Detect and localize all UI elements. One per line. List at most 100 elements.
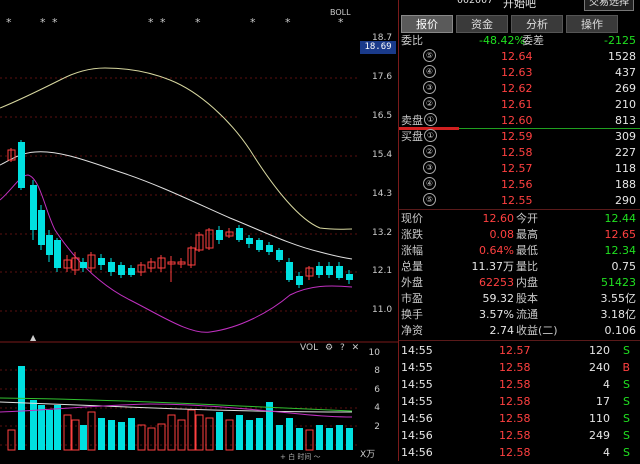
volume-bar — [54, 405, 61, 450]
tab-operations[interactable]: 操作 — [566, 15, 618, 33]
ask-price: 12.60 — [501, 114, 533, 127]
tab-bar: 报价 资金 分析 操作 — [399, 15, 640, 33]
ask-level: ① — [424, 113, 437, 126]
candlestick — [256, 238, 263, 252]
kline-chart-area[interactable]: 18.7 17.6 16.5 15.4 14.3 13.2 12.1 11.0 18.69 B… — [0, 0, 398, 461]
event-star-marker[interactable]: * — [250, 16, 256, 29]
ask-volume: 813 — [615, 114, 636, 127]
tick-time: 14:55 — [401, 361, 433, 374]
ask-price: 12.63 — [501, 66, 533, 79]
buy-label: 买盘 — [401, 130, 423, 143]
bid-price: 12.57 — [501, 162, 533, 175]
event-star-marker[interactable]: * — [40, 16, 46, 29]
stat-label: 换手 — [401, 308, 423, 321]
volume-bar — [187, 409, 196, 451]
tick-volume: 110 — [589, 412, 610, 425]
vol-axis-tick: 10 — [368, 348, 380, 358]
event-star-marker[interactable]: * — [195, 16, 201, 29]
ask-volume: 269 — [615, 82, 636, 95]
tick-price: 12.58 — [499, 429, 531, 442]
candlestick — [137, 262, 146, 276]
price-axis-tick: 15.4 — [372, 150, 393, 160]
event-star-marker[interactable]: * — [160, 16, 166, 29]
volume-bar — [147, 427, 156, 451]
volume-bar — [266, 402, 273, 450]
bid-level: ⑤ — [423, 193, 436, 206]
event-star-marker[interactable]: * — [52, 16, 58, 29]
stat-label: 现价 — [401, 212, 423, 225]
stats-row: 换手 3.57% 流通 3.18亿 — [399, 307, 640, 323]
candlestick — [80, 258, 87, 272]
vol-axis-tick: 2 — [374, 422, 380, 432]
stat-label: 总量 — [401, 260, 423, 273]
gear-icon[interactable]: ⚙ — [325, 343, 333, 353]
ask-level: ③ — [423, 81, 436, 94]
tab-quote[interactable]: 报价 — [401, 15, 453, 33]
candlestick — [236, 225, 243, 242]
tick-side: S — [623, 344, 630, 357]
tick-row: 14:56 12.58 4 S — [399, 444, 640, 461]
bid-row: ③ 12.57 118 — [399, 161, 640, 177]
price-axis-tick: 16.5 — [372, 111, 393, 121]
ticks-divider — [399, 340, 640, 341]
bid-volume: 188 — [615, 178, 636, 191]
stat-value: 3.57% — [479, 308, 514, 321]
event-star-marker[interactable]: * — [148, 16, 154, 29]
volume-bar — [128, 418, 135, 450]
volume-bar — [80, 425, 87, 450]
stats-row: 外盘 62253 内盘 51423 — [399, 275, 640, 291]
bid-level: ④ — [423, 177, 436, 190]
tab-funds[interactable]: 资金 — [456, 15, 508, 33]
tick-row: 14:55 12.58 4 S — [399, 376, 640, 393]
stat-value: 0.75 — [611, 260, 637, 273]
bid-price: 12.55 — [501, 194, 533, 207]
quote-panel: 002007 开始吧 交易选择 报价 资金 分析 操作 委比 -48.42% 委… — [399, 0, 640, 461]
tick-row: 14:56 12.58 110 S — [399, 410, 640, 427]
tab-analysis[interactable]: 分析 — [511, 15, 563, 33]
bid-volume: 227 — [615, 146, 636, 159]
candlestick — [266, 242, 273, 255]
stat-value: 62253 — [479, 276, 514, 289]
volume-bar — [216, 412, 223, 450]
tick-volume: 4 — [603, 446, 610, 459]
tick-price: 12.58 — [499, 395, 531, 408]
tick-time: 14:56 — [401, 429, 433, 442]
event-star-marker[interactable]: * — [285, 16, 291, 29]
tick-price: 12.57 — [499, 344, 531, 357]
volume-bar — [108, 420, 115, 450]
event-star-marker[interactable]: * — [338, 16, 344, 29]
candlestick — [30, 180, 37, 240]
stat-value: 12.44 — [604, 212, 637, 225]
trade-select-button[interactable]: 交易选择 — [584, 0, 634, 11]
event-star-marker[interactable]: * — [6, 16, 12, 29]
bid-row: ④ 12.56 188 — [399, 177, 640, 193]
candlestick — [336, 262, 343, 280]
tick-time: 14:55 — [401, 395, 433, 408]
tick-time: 14:56 — [401, 412, 433, 425]
stat-value: 59.32 — [482, 292, 515, 305]
volume-bar — [336, 425, 343, 450]
stat-label: 股本 — [516, 292, 538, 305]
triangle-marker-icon: ▲ — [30, 333, 37, 342]
bid-level: ③ — [423, 161, 436, 174]
ask-price: 12.61 — [501, 98, 533, 111]
tick-volume: 120 — [589, 344, 610, 357]
candlestick — [7, 148, 16, 162]
candlestick — [108, 258, 115, 276]
vol-axis-tick: 6 — [374, 385, 380, 395]
bid-price: 12.56 — [501, 178, 533, 191]
candlestick — [54, 238, 61, 272]
volume-bar — [18, 366, 25, 450]
help-icon[interactable]: ? — [340, 343, 345, 353]
candlestick — [216, 226, 223, 244]
kline-chart[interactable] — [0, 0, 398, 461]
ask-row: ④ 12.63 437 — [399, 65, 640, 81]
volume-bar — [296, 428, 303, 450]
ask-row: ⑤ 12.64 1528 — [399, 49, 640, 65]
stat-label: 市盈 — [401, 292, 423, 305]
stats-row: 净资 2.74 收益(二) 0.106 — [399, 323, 640, 339]
candlestick — [296, 272, 303, 288]
vol-label: VOL — [300, 343, 319, 353]
volume-bar — [256, 418, 263, 450]
tick-side: S — [623, 378, 630, 391]
